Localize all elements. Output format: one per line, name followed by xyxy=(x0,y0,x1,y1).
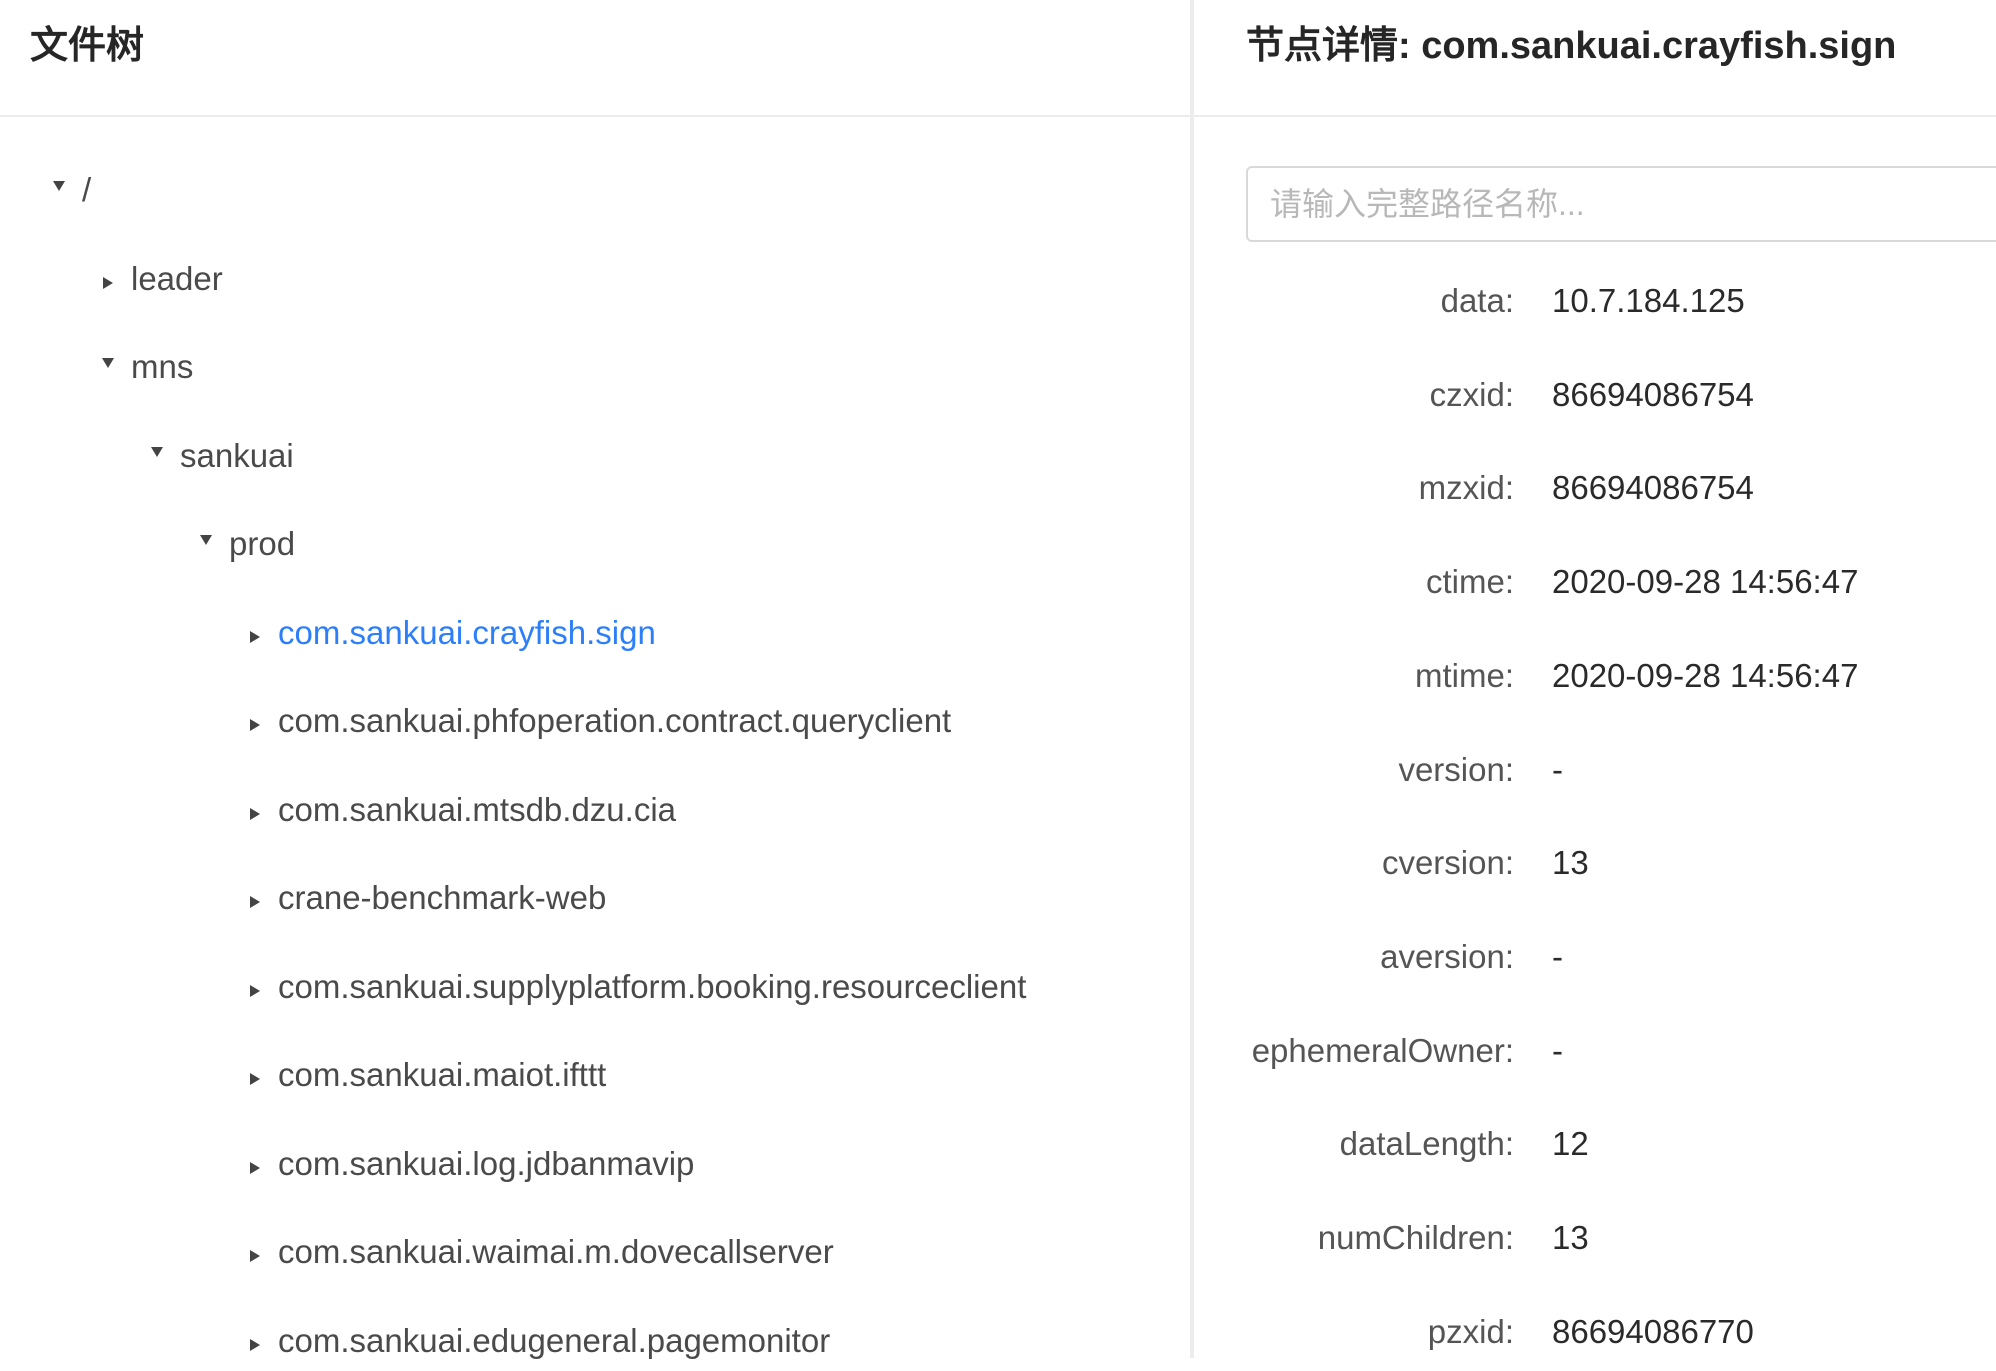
detail-field-row: ctime: 2020-09-28 14:56:47 xyxy=(1194,563,1996,613)
path-search-input[interactable] xyxy=(1246,166,1996,242)
node-detail-title: 节点详情: com.sankuai.crayfish.sign xyxy=(1246,25,1897,67)
tree-node-label[interactable]: com.sankuai.maiot.ifttt xyxy=(278,1056,606,1094)
tree-node[interactable]: sankuai xyxy=(142,426,294,486)
detail-field-label: mzxid: xyxy=(1418,469,1514,507)
detail-field-row: dataLength: 12 xyxy=(1194,1125,1996,1175)
caret-down-icon[interactable] xyxy=(93,348,123,386)
detail-field-value: - xyxy=(1552,1031,1563,1069)
caret-right-icon[interactable] xyxy=(240,1056,270,1094)
tree-node[interactable]: com.sankuai.log.jdbanmavip xyxy=(240,1134,694,1194)
tree-node[interactable]: com.sankuai.edugeneral.pagemonitor xyxy=(240,1311,830,1371)
tree-node-label[interactable]: / xyxy=(82,171,91,209)
detail-field-value: 13 xyxy=(1552,844,1589,882)
detail-field-value: 86694086754 xyxy=(1552,469,1754,507)
detail-field-label: aversion: xyxy=(1380,937,1514,975)
tree-node-label[interactable]: crane-benchmark-web xyxy=(278,879,606,917)
caret-down-icon[interactable] xyxy=(44,171,74,209)
detail-field-label: cversion: xyxy=(1381,844,1514,882)
tree-node-label[interactable]: com.sankuai.edugeneral.pagemonitor xyxy=(278,1322,830,1360)
detail-field-value: 86694086770 xyxy=(1552,1312,1754,1350)
node-detail-header: 节点详情: com.sankuai.crayfish.sign xyxy=(1194,0,1996,117)
detail-field-value: 13 xyxy=(1552,1219,1589,1256)
detail-field-value: 10.7.184.125 xyxy=(1552,282,1745,319)
detail-field-label: ctime: xyxy=(1425,563,1514,601)
tree-node[interactable]: com.sankuai.phfoperation.contract.queryc… xyxy=(240,691,951,751)
detail-field-label: pzxid: xyxy=(1427,1312,1514,1350)
tree-node[interactable]: com.sankuai.mtsdb.dzu.cia xyxy=(240,780,676,840)
detail-field-value: - xyxy=(1552,937,1563,975)
tree-node[interactable]: com.sankuai.maiot.ifttt xyxy=(240,1045,606,1105)
detail-field-label: numChildren: xyxy=(1317,1219,1514,1256)
caret-right-icon[interactable] xyxy=(240,702,270,740)
tree-node[interactable]: com.sankuai.waimai.m.dovecallserver xyxy=(240,1222,834,1282)
caret-right-icon[interactable] xyxy=(240,1322,270,1360)
tree-node-label[interactable]: com.sankuai.phfoperation.contract.queryc… xyxy=(278,702,951,740)
tree-node-label[interactable]: com.sankuai.mtsdb.dzu.cia xyxy=(278,791,676,829)
node-detail-panel: 节点详情: com.sankuai.crayfish.sign data: 10.… xyxy=(1194,0,1996,1358)
detail-field-label: data: xyxy=(1440,282,1514,319)
detail-field-value: 86694086754 xyxy=(1552,375,1754,413)
detail-field-row: cversion: 13 xyxy=(1194,844,1996,894)
file-tree-header: 文件树 xyxy=(0,0,1190,117)
detail-field-label: dataLength: xyxy=(1339,1125,1514,1163)
detail-field-value: 2020-09-28 14:56:47 xyxy=(1552,656,1859,694)
tree-node[interactable]: prod xyxy=(191,514,295,574)
detail-field-row: ephemeralOwner: - xyxy=(1194,1032,1996,1082)
tree-node-label[interactable]: com.sankuai.waimai.m.dovecallserver xyxy=(278,1233,834,1271)
caret-down-icon[interactable] xyxy=(142,437,172,475)
caret-right-icon[interactable] xyxy=(240,1145,270,1183)
tree-node-label[interactable]: mns xyxy=(131,348,193,386)
detail-field-label: ephemeralOwner: xyxy=(1251,1031,1514,1069)
detail-field-row: numChildren: 13 xyxy=(1194,1219,1996,1269)
tree-node-label[interactable]: leader xyxy=(131,260,223,298)
caret-right-icon[interactable] xyxy=(93,260,123,298)
tree-node-label[interactable]: com.sankuai.supplyplatform.booking.resou… xyxy=(278,968,1026,1006)
detail-field-label: version: xyxy=(1398,750,1514,788)
tree-node[interactable]: / xyxy=(44,160,91,220)
tree-node-label[interactable]: prod xyxy=(229,525,295,563)
tree-node-label[interactable]: com.sankuai.log.jdbanmavip xyxy=(278,1145,694,1183)
detail-field-row: mzxid: 86694086754 xyxy=(1194,469,1996,519)
caret-right-icon[interactable] xyxy=(240,614,270,652)
detail-field-row: czxid: 86694086754 xyxy=(1194,376,1996,426)
tree-node[interactable]: com.sankuai.crayfish.sign xyxy=(240,603,656,663)
detail-field-row: pzxid: 86694086770 xyxy=(1194,1313,1996,1363)
tree-node[interactable]: leader xyxy=(93,249,223,309)
detail-field-value: - xyxy=(1552,750,1563,788)
detail-field-label: mtime: xyxy=(1415,656,1514,694)
tree-node-label[interactable]: sankuai xyxy=(180,437,294,475)
caret-right-icon[interactable] xyxy=(240,1233,270,1271)
caret-right-icon[interactable] xyxy=(240,968,270,1006)
tree-node[interactable]: crane-benchmark-web xyxy=(240,868,606,928)
caret-right-icon[interactable] xyxy=(240,791,270,829)
detail-field-label: czxid: xyxy=(1429,375,1514,413)
detail-field-row: aversion: - xyxy=(1194,938,1996,988)
file-tree-title: 文件树 xyxy=(30,25,145,67)
tree-node[interactable]: com.sankuai.supplyplatform.booking.resou… xyxy=(240,957,1026,1017)
tree-node[interactable]: mns xyxy=(93,337,193,397)
tree-node-label[interactable]: com.sankuai.crayfish.sign xyxy=(278,614,656,652)
detail-field-row: data: 10.7.184.125 xyxy=(1194,282,1996,332)
detail-field-row: mtime: 2020-09-28 14:56:47 xyxy=(1194,657,1996,707)
detail-field-value: 2020-09-28 14:56:47 xyxy=(1552,563,1859,601)
detail-field-value: 12 xyxy=(1552,1125,1589,1163)
caret-right-icon[interactable] xyxy=(240,879,270,917)
caret-down-icon[interactable] xyxy=(191,525,221,563)
file-tree-panel: 文件树 / leader mns sankuai prod com.sankuai.cra… xyxy=(0,0,1190,1359)
detail-field-row: version: - xyxy=(1194,751,1996,801)
